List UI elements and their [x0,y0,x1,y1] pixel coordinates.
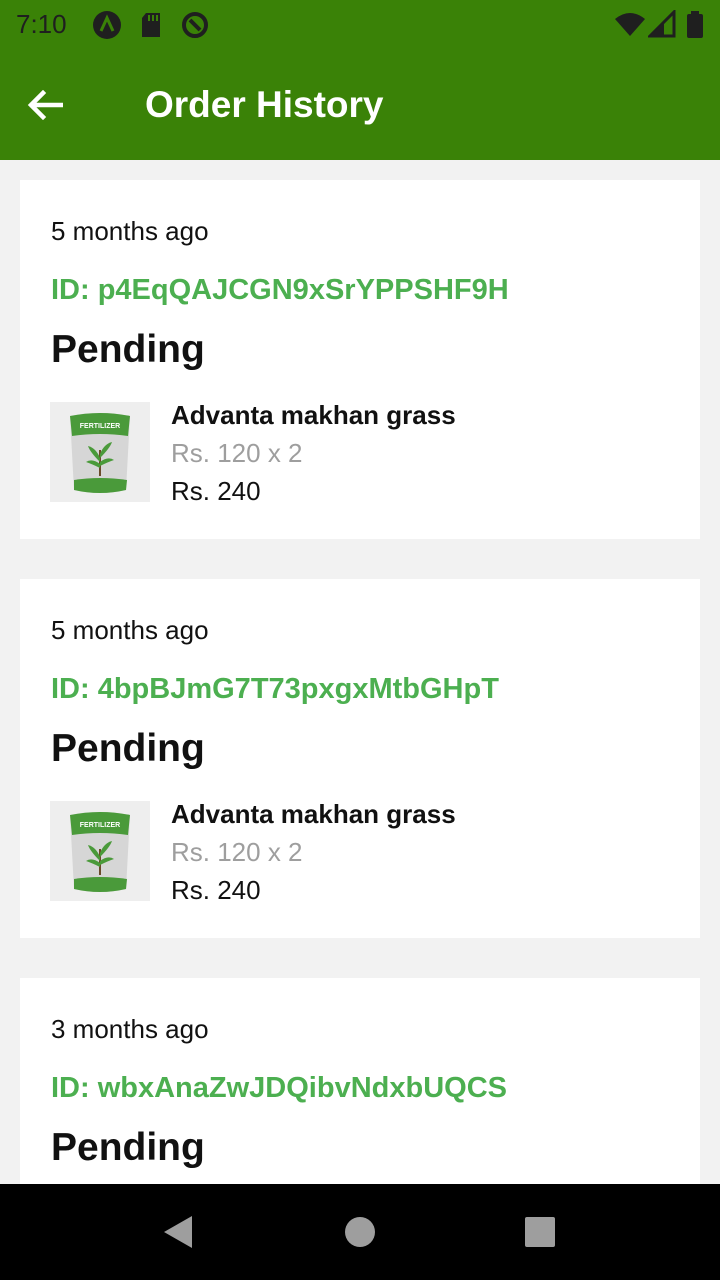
recents-square-icon[interactable] [520,1212,560,1252]
product-total: Rs. 240 [171,875,261,905]
order-status: Pending [51,328,205,371]
sync-icon [182,12,208,38]
order-status: Pending [51,1126,205,1169]
product-unit-price: Rs. 120 x 2 [171,837,303,867]
product-total: Rs. 240 [171,476,261,506]
sd-card-icon [142,13,160,37]
back-triangle-icon[interactable] [160,1212,200,1252]
back-button[interactable] [20,80,70,130]
fertilizer-bag-icon: FERTILIZER [70,413,130,493]
order-time: 5 months ago [51,216,209,246]
status-time: 7:10 [16,9,67,39]
wifi-icon [615,13,645,36]
status-bar: 7:10 [0,0,720,50]
fertilizer-label: FERTILIZER [80,423,120,430]
product-image: FERTILIZER [50,801,150,901]
home-circle-icon[interactable] [340,1212,380,1252]
order-card[interactable]: 3 months ago ID: wbxAnaZwJDQibvNdxbUQCS … [20,978,700,1184]
page-title: Order History [145,84,384,125]
product-name: Advanta makhan grass [171,400,456,430]
order-card[interactable]: 5 months ago ID: p4EqQAJCGN9xSrYPPSHF9H … [20,180,700,539]
fertilizer-bag-icon: FERTILIZER [70,812,130,892]
product-unit-price: Rs. 120 x 2 [171,438,303,468]
signal-icon [648,10,676,38]
order-time: 3 months ago [51,1014,209,1044]
product-name: Advanta makhan grass [171,799,456,829]
order-id: ID: p4EqQAJCGN9xSrYPPSHF9H [51,274,509,306]
order-time: 5 months ago [51,615,209,645]
battery-icon [687,11,703,38]
a-badge-icon [93,11,121,39]
arrow-left-icon [27,90,63,120]
order-status: Pending [51,727,205,770]
order-card[interactable]: 5 months ago ID: 4bpBJmG7T73pxgxMtbGHpT … [20,579,700,938]
order-list[interactable]: 5 months ago ID: p4EqQAJCGN9xSrYPPSHF9H … [0,160,720,1184]
system-nav-bar [0,1184,720,1280]
product-image: FERTILIZER [50,402,150,502]
order-id: ID: 4bpBJmG7T73pxgxMtbGHpT [51,673,499,705]
order-id: ID: wbxAnaZwJDQibvNdxbUQCS [51,1072,507,1104]
fertilizer-label: FERTILIZER [80,822,120,829]
app-bar: Order History [0,50,720,160]
